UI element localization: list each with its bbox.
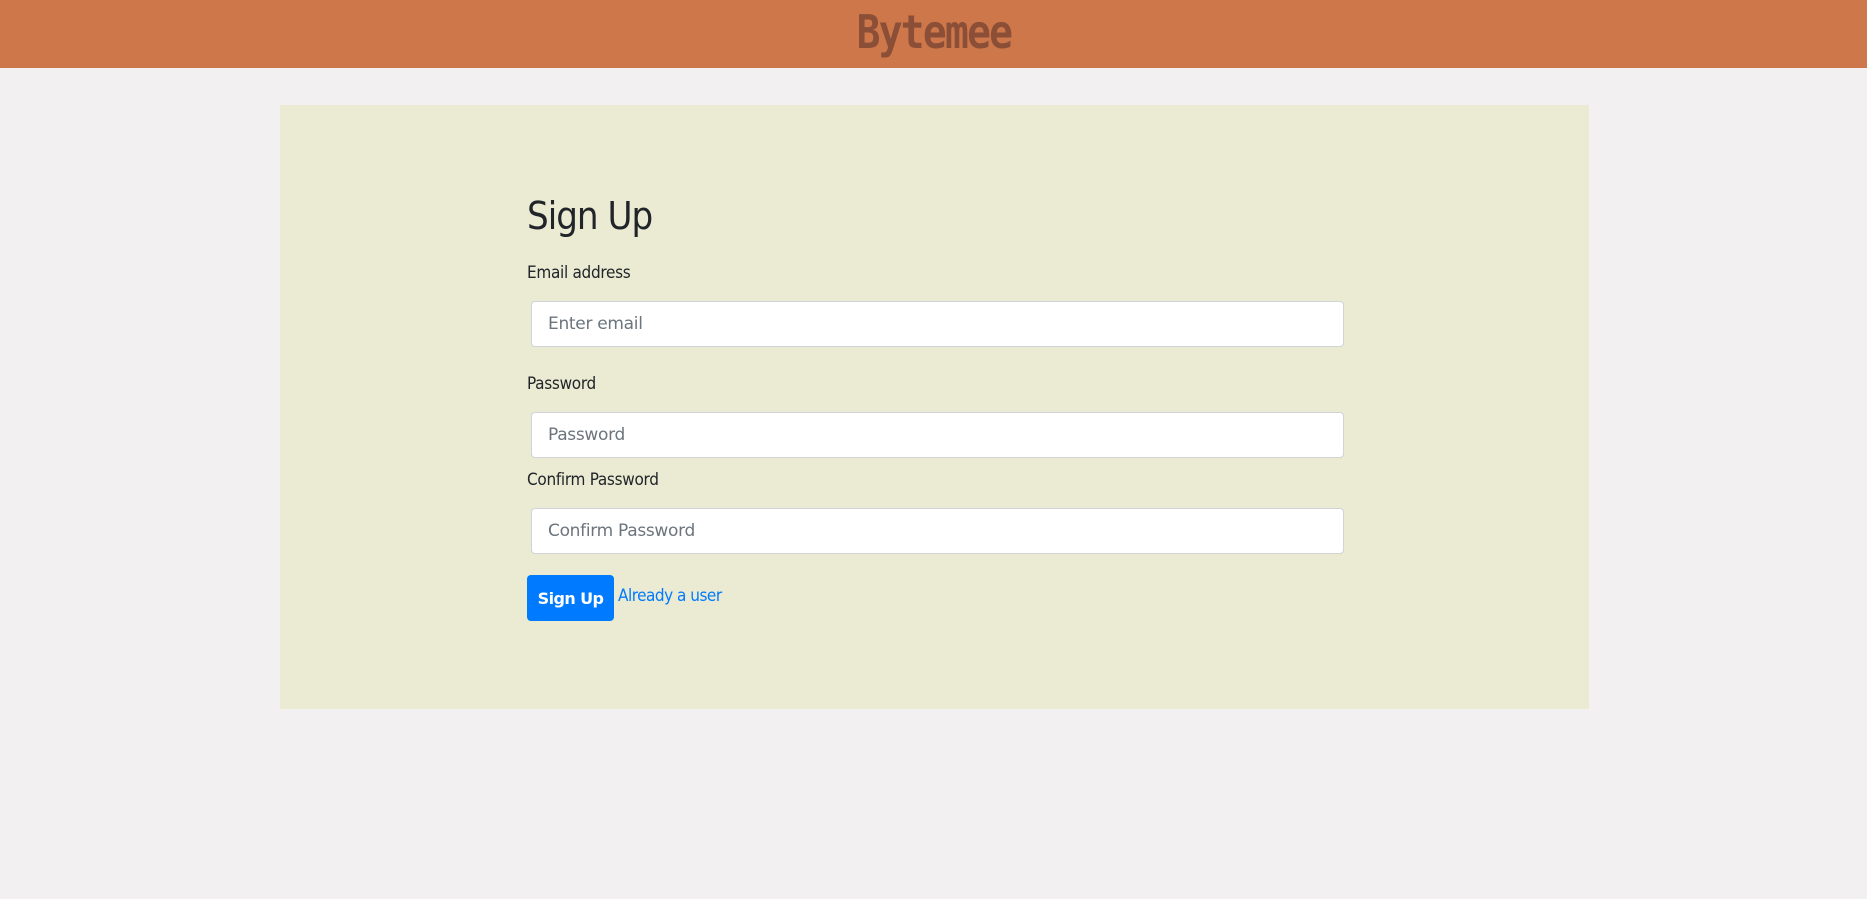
brand-logo[interactable]: Bytemee (856, 5, 1012, 59)
confirm-password-field[interactable] (531, 508, 1344, 554)
signup-card (280, 105, 1589, 709)
email-field[interactable] (531, 301, 1344, 347)
password-label: Password (527, 374, 596, 394)
page-title: Sign Up (527, 194, 653, 238)
confirm-password-label: Confirm Password (527, 470, 659, 490)
signup-button[interactable]: Sign Up (527, 575, 614, 621)
navbar: Bytemee (0, 0, 1867, 68)
already-user-link[interactable]: Already a user (618, 586, 722, 606)
email-label: Email address (527, 263, 631, 283)
password-field[interactable] (531, 412, 1344, 458)
